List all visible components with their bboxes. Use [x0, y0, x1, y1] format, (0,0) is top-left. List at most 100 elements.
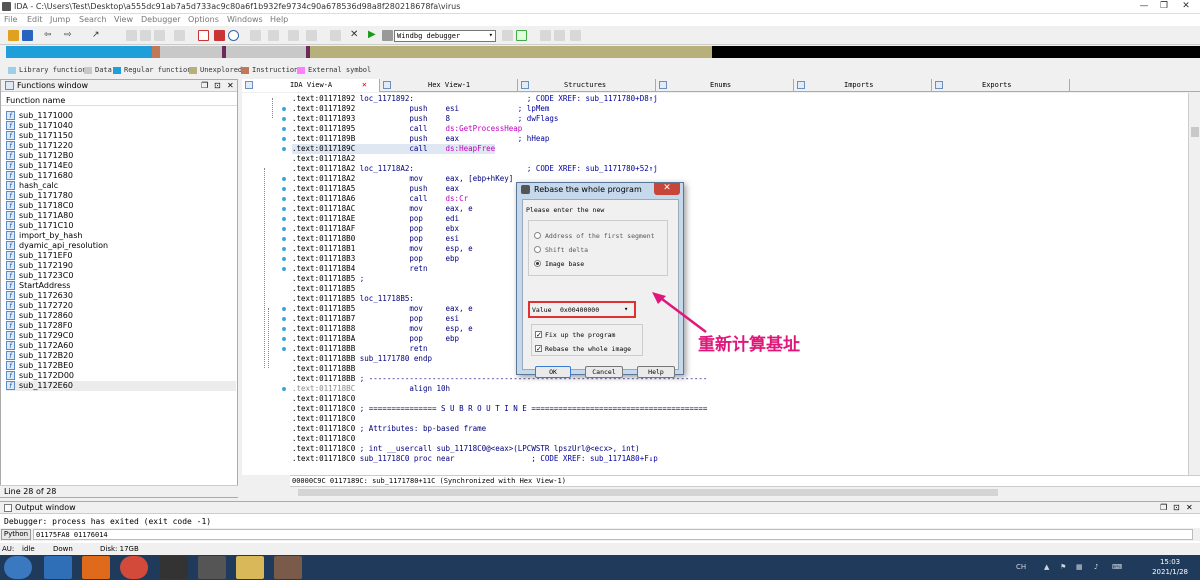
- search-text-icon[interactable]: [198, 30, 209, 41]
- tab-hex-view[interactable]: Hex View-1: [380, 79, 518, 92]
- function-list-item[interactable]: f sub_1172B20: [6, 351, 236, 361]
- code-line[interactable]: .text:011718C0 ; Attributes: bp-based fr…: [292, 424, 486, 434]
- breakpoint-dot-icon[interactable]: [282, 127, 286, 131]
- breakpoint-dot-icon[interactable]: [282, 247, 286, 251]
- search-icon[interactable]: [228, 30, 239, 41]
- function-list-item[interactable]: f sub_1171220: [6, 141, 236, 151]
- jump-icon[interactable]: ↗: [92, 30, 103, 41]
- ida-icon[interactable]: [160, 556, 188, 579]
- function-list-item[interactable]: f sub_11718C0: [6, 201, 236, 211]
- float-icon[interactable]: ⊡: [1173, 503, 1180, 512]
- code-line[interactable]: .text:011718BB retn: [292, 344, 446, 354]
- function-list-item[interactable]: f sub_11728F0: [6, 321, 236, 331]
- step-over-icon[interactable]: [554, 30, 565, 41]
- function-list-item[interactable]: f sub_1172190: [6, 261, 236, 271]
- debug-options-icon[interactable]: [516, 30, 527, 41]
- breakpoint-dot-icon[interactable]: [282, 187, 286, 191]
- breakpoint-dot-icon[interactable]: [282, 227, 286, 231]
- code-line[interactable]: .text:011718AE pop edi: [292, 214, 459, 224]
- function-list-item[interactable]: f sub_1171EF0: [6, 251, 236, 261]
- horizontal-scrollbar[interactable]: [290, 486, 1200, 497]
- volume-icon[interactable]: ♪: [1094, 563, 1098, 571]
- restore-icon[interactable]: ❐: [201, 81, 208, 90]
- flag-icon[interactable]: ⚑: [1060, 563, 1066, 571]
- pause-icon[interactable]: [382, 30, 393, 41]
- function-list-item[interactable]: f sub_11714E0: [6, 161, 236, 171]
- breakpoint-dot-icon[interactable]: [282, 347, 286, 351]
- code-line[interactable]: .text:011718B4 retn: [292, 264, 446, 274]
- functions-column-header[interactable]: Function name: [1, 94, 237, 106]
- breakpoint-dot-icon[interactable]: [282, 267, 286, 271]
- restore-icon[interactable]: ❐: [1160, 503, 1167, 512]
- code-line[interactable]: .text:011718B5 ;: [292, 274, 364, 284]
- chrome-icon[interactable]: [120, 556, 148, 579]
- save-icon[interactable]: [22, 30, 33, 41]
- keyboard-icon[interactable]: ⌨: [1112, 563, 1122, 571]
- string-icon[interactable]: [174, 30, 185, 41]
- breakpoint-dot-icon[interactable]: [282, 257, 286, 261]
- code-line[interactable]: .text:011718C0 ; =============== S U B R…: [292, 404, 707, 414]
- code-line[interactable]: .text:011718AC mov eax, e: [292, 204, 473, 214]
- menu-help[interactable]: Help: [270, 15, 288, 24]
- tab-exports[interactable]: Exports: [932, 79, 1070, 92]
- breakpoint-dot-icon[interactable]: [282, 337, 286, 341]
- function-list-item[interactable]: f sub_1171A80: [6, 211, 236, 221]
- breakpoint-dot-icon[interactable]: [282, 217, 286, 221]
- breakpoint-dot-icon[interactable]: [282, 207, 286, 211]
- 7zip-icon[interactable]: [198, 556, 226, 579]
- script-icon[interactable]: [330, 30, 341, 41]
- breakpoint-dot-icon[interactable]: [282, 197, 286, 201]
- menu-windows[interactable]: Windows: [227, 15, 263, 24]
- radio-shift-delta[interactable]: [534, 246, 541, 253]
- start-icon[interactable]: [4, 556, 32, 579]
- close-icon[interactable]: ✕: [227, 81, 234, 90]
- code-line[interactable]: .text:011718A2: [292, 154, 360, 164]
- tab-imports[interactable]: Imports: [794, 79, 932, 92]
- hex-icon[interactable]: [126, 30, 137, 41]
- hscroll-thumb[interactable]: [298, 489, 998, 496]
- function-list-item[interactable]: f sub_1171040: [6, 121, 236, 131]
- open-icon[interactable]: [8, 30, 19, 41]
- radio-first-segment[interactable]: [534, 232, 541, 239]
- code-line[interactable]: .text:011718BC align 10h: [292, 384, 455, 394]
- code-line[interactable]: .text:011718BA pop ebp: [292, 334, 459, 344]
- help-button[interactable]: Help: [637, 366, 675, 378]
- function-list-item[interactable]: f import_by_hash: [6, 231, 236, 241]
- code-line[interactable]: .text:011718B5 loc_11718B5: +20↑j: [292, 294, 549, 304]
- forward-icon[interactable]: ⇨: [64, 30, 75, 41]
- close-icon[interactable]: ✕: [1186, 503, 1193, 512]
- menu-options[interactable]: Options: [188, 15, 219, 24]
- code-line[interactable]: .text:011718C0 ; int __usercall sub_1171…: [292, 444, 640, 454]
- graph-icon[interactable]: [288, 30, 299, 41]
- fixup-checkbox[interactable]: ✓: [535, 331, 542, 339]
- function-list-item[interactable]: f sub_1172860: [6, 311, 236, 321]
- tab-enums[interactable]: Enums: [656, 79, 794, 92]
- tray-icon[interactable]: ▲: [1044, 563, 1049, 571]
- back-icon[interactable]: ⇦: [44, 30, 55, 41]
- breakpoint-dot-icon[interactable]: [282, 307, 286, 311]
- menu-search[interactable]: Search: [79, 15, 106, 24]
- close-button[interactable]: ✕: [1178, 1, 1194, 13]
- ok-button[interactable]: OK: [535, 366, 571, 378]
- radio-image-base[interactable]: [534, 260, 541, 267]
- code-line[interactable]: .text:011718B5: [292, 284, 360, 294]
- code-line[interactable]: .text:01171895 call ds:GetProcessHeap: [292, 124, 522, 134]
- menu-jump[interactable]: Jump: [50, 15, 70, 24]
- clock[interactable]: 15:03 2021/1/28: [1152, 557, 1188, 577]
- debugger-select[interactable]: Windbg debugger ▾: [394, 30, 496, 42]
- tab-structures[interactable]: Structures: [518, 79, 656, 92]
- function-list-item[interactable]: f sub_1172630: [6, 291, 236, 301]
- rebase-image-checkbox[interactable]: ✓: [535, 345, 542, 353]
- explorer-icon[interactable]: [236, 556, 264, 579]
- code-line[interactable]: .text:011718BB sub_1171780 endp: [292, 354, 450, 364]
- dialog-close-button[interactable]: ✕: [654, 183, 680, 195]
- attach-icon[interactable]: [502, 30, 513, 41]
- close-tab-icon[interactable]: ✕: [362, 80, 367, 89]
- function-icon[interactable]: [250, 30, 261, 41]
- function-list-item[interactable]: f sub_1172BE0: [6, 361, 236, 371]
- breakpoint-dot-icon[interactable]: [282, 387, 286, 391]
- step-into-icon[interactable]: [540, 30, 551, 41]
- code-line[interactable]: .text:011718B1 mov esp, e: [292, 244, 473, 254]
- disassembly-scrollbar[interactable]: [1188, 93, 1200, 475]
- chevron-down-icon[interactable]: ▾: [624, 305, 628, 313]
